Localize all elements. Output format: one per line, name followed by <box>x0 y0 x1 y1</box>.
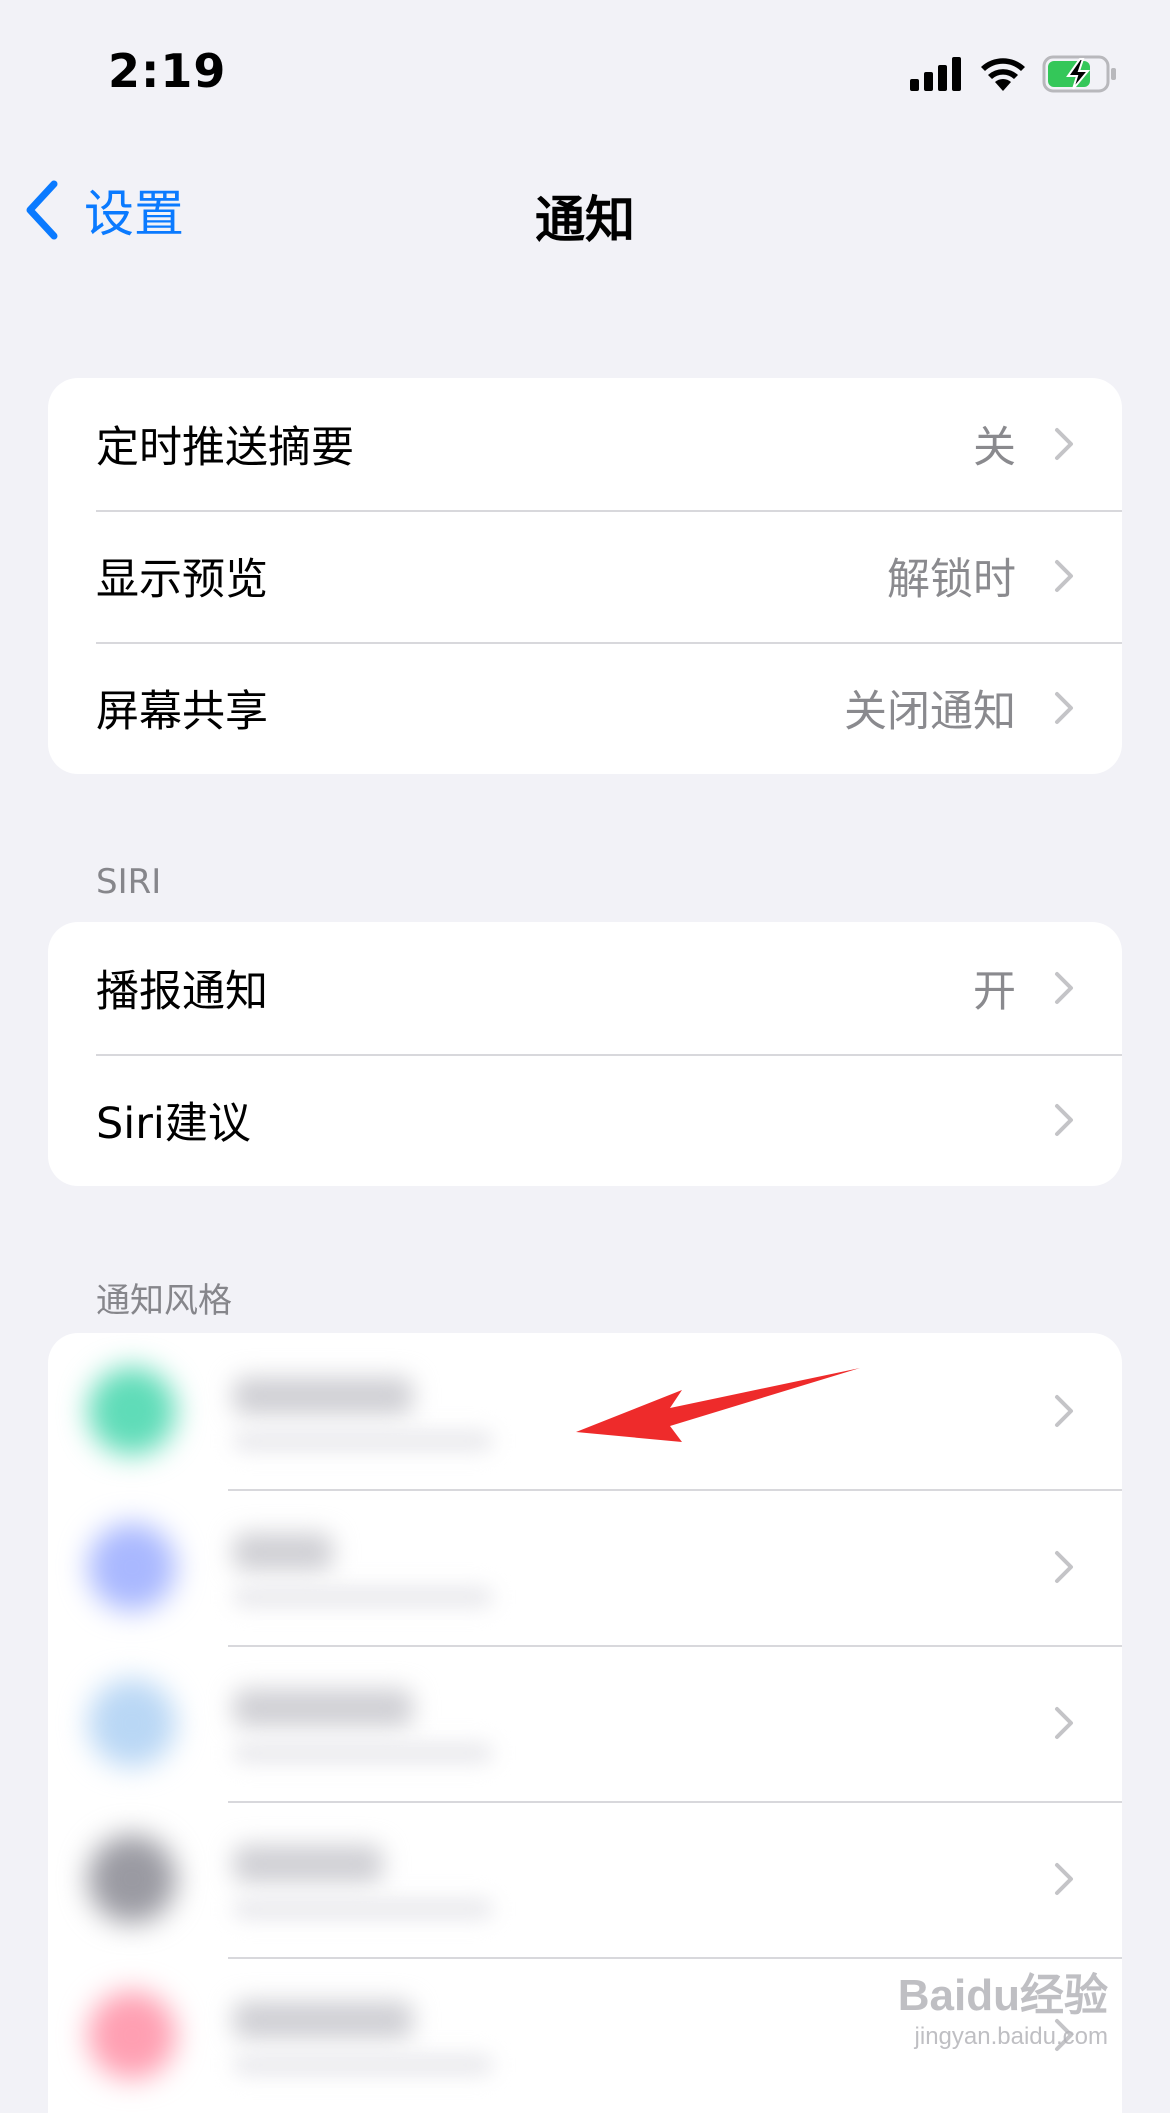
status-bar: 2:19 <box>0 0 1170 140</box>
row-value: 解锁时 <box>887 555 1016 605</box>
row-announce-notifications[interactable]: 播报通知 开 <box>48 922 1122 1054</box>
section-header-siri: SIRI <box>96 862 162 902</box>
app-icon <box>88 1835 176 1923</box>
app-subtitle-blurred <box>233 1899 493 1919</box>
chevron-right-icon <box>1055 560 1073 592</box>
chevron-right-icon <box>1055 1551 1073 1583</box>
chevron-right-icon <box>1055 972 1073 1004</box>
app-row[interactable] <box>48 1801 1122 1957</box>
app-name-blurred <box>233 1845 383 1883</box>
wifi-icon <box>981 58 1025 91</box>
row-value: 关 <box>973 423 1016 473</box>
watermark-logo: Baidu经验 <box>897 1971 1108 2020</box>
cellular-signal-icon <box>910 57 961 91</box>
row-siri-suggestions[interactable]: Siri建议 <box>48 1054 1122 1186</box>
settings-group-general: 定时推送摘要 关 显示预览 解锁时 屏幕共享 关闭通知 <box>48 378 1122 774</box>
chevron-right-icon <box>1055 1863 1073 1895</box>
app-row[interactable] <box>48 1645 1122 1801</box>
app-icon <box>88 1523 176 1611</box>
app-subtitle-blurred <box>233 1587 493 1607</box>
navigation-bar: 设置 通知 <box>0 160 1170 260</box>
app-icon <box>88 1679 176 1767</box>
chevron-right-icon <box>1055 692 1073 724</box>
watermark: Baidu经验 jingyan.baidu.com <box>898 1959 1108 2051</box>
row-label: 屏幕共享 <box>96 687 268 737</box>
app-subtitle-blurred <box>233 2055 493 2075</box>
app-name-blurred <box>233 1689 413 1727</box>
chevron-right-icon <box>1055 428 1073 460</box>
row-scheduled-summary[interactable]: 定时推送摘要 关 <box>48 378 1122 510</box>
status-time: 2:19 <box>108 44 227 98</box>
chevron-right-icon <box>1055 1707 1073 1739</box>
app-name-blurred <box>233 2001 413 2039</box>
page-title: 通知 <box>535 191 635 249</box>
app-row[interactable] <box>48 1489 1122 1645</box>
section-header-notification-style: 通知风格 <box>96 1281 232 1321</box>
row-screen-sharing[interactable]: 屏幕共享 关闭通知 <box>48 642 1122 774</box>
annotation-arrow-icon <box>576 1368 860 1442</box>
app-name-blurred <box>233 1533 333 1571</box>
row-value: 关闭通知 <box>844 687 1016 737</box>
chevron-right-icon <box>1055 1104 1073 1136</box>
row-label: 显示预览 <box>96 555 268 605</box>
row-show-previews[interactable]: 显示预览 解锁时 <box>48 510 1122 642</box>
app-name-blurred <box>233 1377 413 1415</box>
watermark-url: jingyan.baidu.com <box>914 2023 1108 2050</box>
app-subtitle-blurred <box>233 1431 493 1451</box>
row-label: 定时推送摘要 <box>96 423 354 473</box>
row-value: 开 <box>973 967 1016 1017</box>
app-subtitle-blurred <box>233 1743 493 1763</box>
status-icons <box>910 52 1118 96</box>
app-icon <box>88 1991 176 2079</box>
app-icon <box>88 1367 176 1455</box>
row-label: Siri建议 <box>96 1099 251 1149</box>
battery-charging-icon <box>1042 55 1116 93</box>
row-label: 播报通知 <box>96 967 268 1017</box>
chevron-right-icon <box>1055 1395 1073 1427</box>
settings-group-siri: 播报通知 开 Siri建议 <box>48 922 1122 1186</box>
